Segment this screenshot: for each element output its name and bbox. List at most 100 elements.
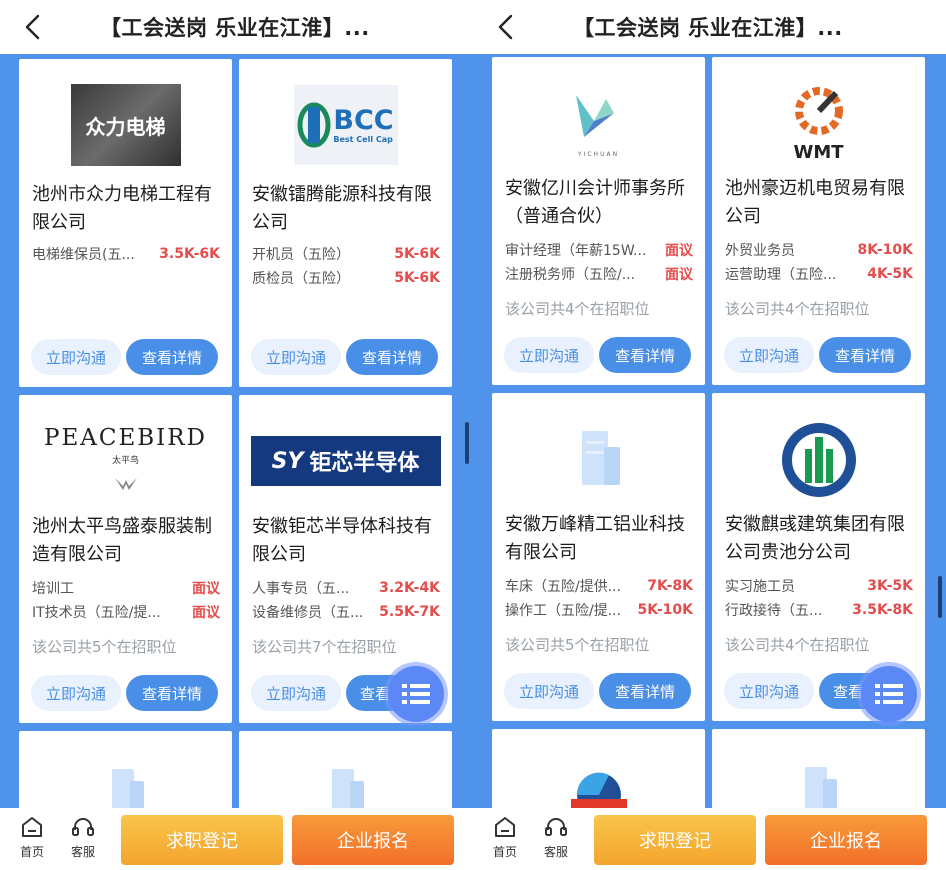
logo-text: YICHUAN	[577, 151, 620, 158]
logo-text: PEACEBIRD	[43, 425, 207, 451]
job-title: 电梯维保员(五...	[32, 247, 135, 263]
job-title: 运营助理（五险...	[725, 267, 837, 283]
headset-icon	[72, 818, 94, 836]
right-screen: 【工会送岗 乐业在江淮】... YICHUAN 安徽亿川会计师事务所（普通合伙）…	[473, 0, 946, 870]
list-icon	[402, 684, 430, 704]
company-name[interactable]: 安徽亿川会计师事务所（普通合伙）	[505, 175, 695, 231]
company-logo: SY 钜芯半导体	[250, 436, 441, 486]
back-arrow-icon[interactable]	[18, 12, 48, 42]
job-count: 该公司共4个在招职位	[505, 300, 650, 318]
company-card[interactable]	[239, 731, 452, 808]
company-name[interactable]: 池州太平鸟盛泰服装制造有限公司	[32, 513, 222, 569]
detail-button[interactable]: 查看详情	[819, 337, 911, 373]
job-salary: 3.5K-6K	[159, 246, 220, 262]
job-title: 设备维修员（五...	[252, 605, 364, 621]
chat-button[interactable]: 立即沟通	[724, 673, 814, 709]
scrollbar[interactable]	[938, 576, 942, 618]
detail-button[interactable]: 查看详情	[126, 675, 218, 711]
job-row[interactable]: 操作工（五险/提... 5K-10K	[505, 599, 693, 621]
company-name[interactable]: 安徽钜芯半导体科技有限公司	[252, 513, 442, 569]
job-row[interactable]: IT技术员（五险/提... 面议	[32, 601, 220, 623]
job-row[interactable]: 人事专员（五... 3.2K-4K	[252, 577, 440, 599]
chat-button[interactable]: 立即沟通	[251, 675, 341, 711]
job-row[interactable]: 注册税务师（五险/... 面议	[505, 263, 693, 285]
page-title: 【工会送岗 乐业在江淮】...	[573, 16, 843, 40]
nav-home[interactable]: 首页	[485, 816, 525, 860]
job-title: 实习施工员	[725, 579, 795, 595]
job-row[interactable]: 开机员（五险） 5K-6K	[252, 243, 440, 265]
job-count: 该公司共4个在招职位	[725, 300, 870, 318]
nav-service[interactable]: 客服	[536, 816, 576, 860]
company-logo	[781, 423, 856, 497]
job-row[interactable]: 培训工 面议	[32, 577, 220, 599]
company-card[interactable]: 安徽万峰精工铝业科技有限公司 车床（五险/提供... 7K-8K 操作工（五险/…	[492, 393, 705, 721]
menu-fab[interactable]	[384, 662, 448, 726]
job-row[interactable]: 实习施工员 3K-5K	[725, 575, 913, 597]
headset-icon	[545, 818, 567, 836]
company-name[interactable]: 安徽万峰精工铝业科技有限公司	[505, 511, 695, 567]
job-salary: 3K-5K	[867, 578, 913, 594]
nav-service-label: 客服	[543, 845, 568, 859]
detail-button[interactable]: 查看详情	[346, 339, 438, 375]
company-grid: 众力电梯 池州市众力电梯工程有限公司 电梯维保员(五... 3.5K-6K 立即…	[0, 54, 473, 808]
job-salary: 8K-10K	[857, 242, 913, 258]
job-salary: 面议	[192, 605, 220, 621]
page-title: 【工会送岗 乐业在江淮】...	[100, 16, 370, 40]
job-title: 培训工	[32, 581, 74, 597]
company-card[interactable]	[712, 729, 925, 808]
company-card[interactable]: WMT 池州豪迈机电贸易有限公司 外贸业务员 8K-10K 运营助理（五险...…	[712, 57, 925, 385]
scrollbar[interactable]	[465, 422, 469, 464]
company-card[interactable]: PEACEBIRD 太平鸟 池州太平鸟盛泰服装制造有限公司 培训工 面议 IT技…	[19, 395, 232, 723]
job-register-button[interactable]: 求职登记	[121, 815, 283, 865]
detail-button[interactable]: 查看详情	[599, 673, 691, 709]
home-icon	[495, 817, 515, 837]
logo-text: WMT	[793, 142, 844, 163]
detail-button[interactable]: 查看详情	[126, 339, 218, 375]
job-row[interactable]: 审计经理（年薪15W... 面议	[505, 239, 693, 261]
detail-button[interactable]: 查看详情	[599, 337, 691, 373]
company-card[interactable]	[492, 729, 705, 808]
top-bar: 【工会送岗 乐业在江淮】...	[473, 0, 946, 54]
job-row[interactable]: 电梯维保员(五... 3.5K-6K	[32, 243, 220, 265]
nav-service[interactable]: 客服	[63, 816, 103, 860]
job-title: 行政接待（五...	[725, 603, 823, 619]
enterprise-signup-button[interactable]: 企业报名	[765, 815, 927, 865]
menu-fab[interactable]	[857, 662, 921, 726]
job-salary: 面议	[192, 581, 220, 597]
chat-button[interactable]: 立即沟通	[31, 675, 121, 711]
company-name[interactable]: 安徽镭腾能源科技有限公司	[252, 181, 442, 237]
chat-button[interactable]: 立即沟通	[504, 337, 594, 373]
job-count: 该公司共4个在招职位	[725, 636, 870, 654]
job-row[interactable]: 质检员（五险） 5K-6K	[252, 267, 440, 289]
chat-button[interactable]: 立即沟通	[724, 337, 814, 373]
job-row[interactable]: 车床（五险/提供... 7K-8K	[505, 575, 693, 597]
company-name[interactable]: 安徽麒彧建筑集团有限公司贵池分公司	[725, 511, 915, 567]
company-logo	[570, 772, 627, 808]
company-card[interactable]: 众力电梯 池州市众力电梯工程有限公司 电梯维保员(五... 3.5K-6K 立即…	[19, 59, 232, 387]
company-card[interactable]: YICHUAN 安徽亿川会计师事务所（普通合伙） 审计经理（年薪15W... 面…	[492, 57, 705, 385]
bird-logo-icon	[114, 478, 137, 490]
job-title: 开机员（五险）	[252, 247, 350, 263]
nav-home[interactable]: 首页	[12, 816, 52, 860]
job-salary: 面议	[665, 267, 693, 283]
job-row[interactable]: 运营助理（五险... 4K-5K	[725, 263, 913, 285]
chat-button[interactable]: 立即沟通	[31, 339, 121, 375]
back-arrow-icon[interactable]	[491, 12, 521, 42]
home-icon	[22, 817, 42, 837]
job-count: 该公司共5个在招职位	[505, 636, 650, 654]
bcc-logo-mark-icon	[297, 102, 331, 148]
company-name[interactable]: 池州市众力电梯工程有限公司	[32, 181, 222, 237]
chat-button[interactable]: 立即沟通	[504, 673, 594, 709]
company-logo: BCC Best Cell Cap	[293, 85, 398, 165]
bottom-bar: 首页 客服 求职登记 企业报名	[0, 808, 473, 870]
company-name[interactable]: 池州豪迈机电贸易有限公司	[725, 175, 915, 231]
company-card[interactable]: BCC Best Cell Cap 安徽镭腾能源科技有限公司 开机员（五险） 5…	[239, 59, 452, 387]
company-card[interactable]	[19, 731, 232, 808]
job-row[interactable]: 行政接待（五... 3.5K-8K	[725, 599, 913, 621]
enterprise-signup-button[interactable]: 企业报名	[292, 815, 454, 865]
job-salary: 4K-5K	[867, 266, 913, 282]
chat-button[interactable]: 立即沟通	[251, 339, 341, 375]
job-register-button[interactable]: 求职登记	[594, 815, 756, 865]
job-row[interactable]: 设备维修员（五... 5.5K-7K	[252, 601, 440, 623]
job-row[interactable]: 外贸业务员 8K-10K	[725, 239, 913, 261]
